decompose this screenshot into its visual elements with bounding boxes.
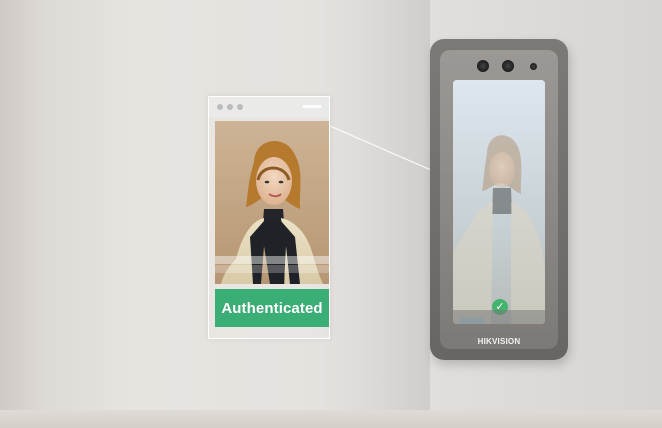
floor-band	[0, 410, 662, 428]
menu-icon	[227, 104, 233, 110]
wall-shadow	[318, 0, 430, 428]
authentication-status-box: Authenticated	[215, 289, 329, 327]
thumbnail-photo	[460, 318, 484, 324]
brand-label: HIKVISION	[477, 337, 521, 346]
overlay-topbar	[209, 97, 329, 117]
screen-face-preview	[453, 80, 545, 324]
status-line	[303, 105, 321, 108]
sensor-icon	[530, 63, 537, 70]
device-screen: ✓	[453, 80, 545, 324]
scan-stripe	[215, 256, 329, 264]
menu-icon	[237, 104, 243, 110]
device-bezel: ✓ HIKVISION	[440, 50, 558, 349]
face-recognition-terminal: ✓ HIKVISION	[430, 39, 568, 360]
wall-left	[0, 0, 42, 428]
scan-stripe	[215, 265, 329, 273]
recognition-info-card	[453, 310, 545, 324]
camera-icon	[502, 60, 514, 72]
authentication-status-label: Authenticated	[221, 299, 323, 317]
face-card	[215, 121, 329, 284]
menu-icon	[217, 104, 223, 110]
scene: Authenticated ✓ HIKVISION	[0, 0, 662, 428]
authentication-overlay-panel: Authenticated	[208, 96, 330, 339]
camera-icon	[477, 60, 489, 72]
